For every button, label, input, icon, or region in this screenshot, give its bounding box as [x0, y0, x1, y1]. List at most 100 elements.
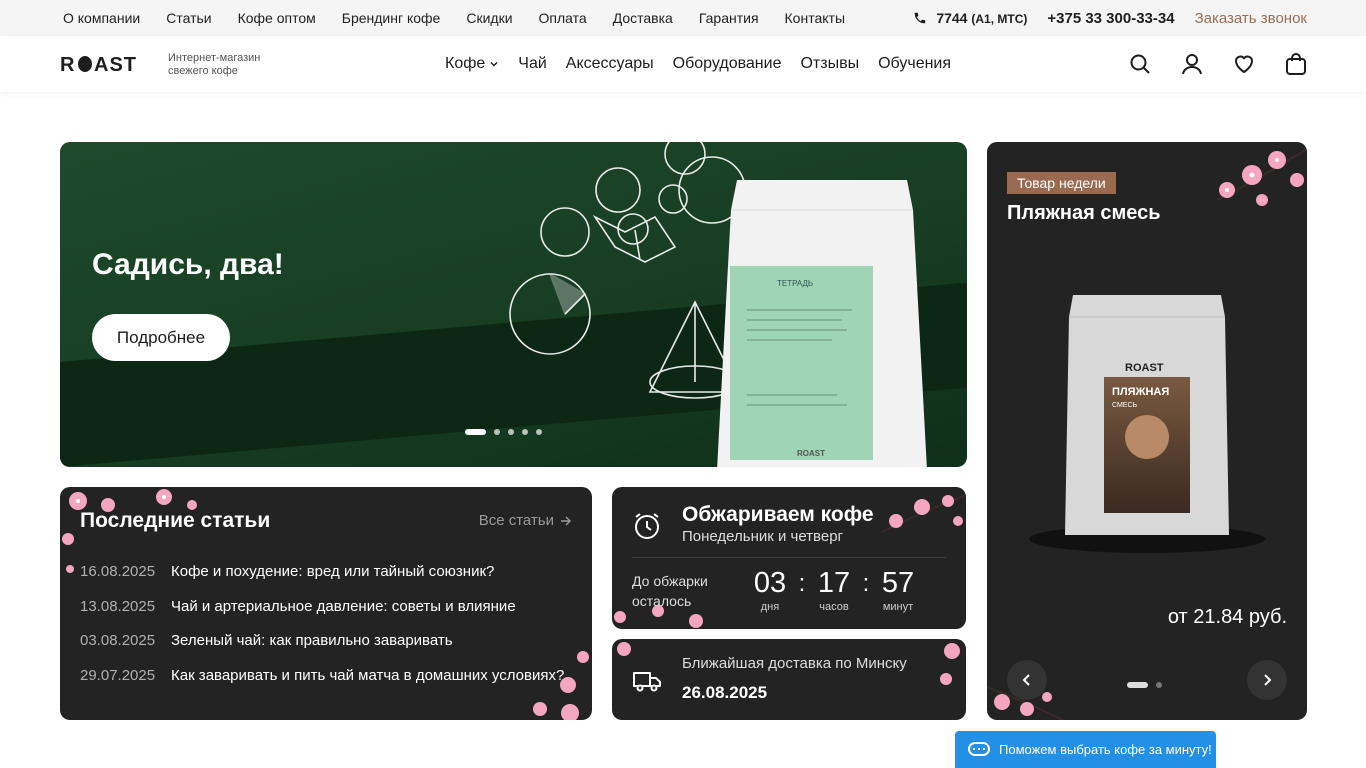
top-link-branding[interactable]: Брендинг кофе: [342, 10, 441, 26]
week-badge: Товар недели: [1007, 172, 1116, 194]
articles-title: Последние статьи: [80, 509, 271, 532]
countdown-days-unit: дня: [760, 601, 780, 613]
nav-coffee-label: Кофе: [445, 55, 486, 72]
tagline: Интернет-магазин свежего кофе: [168, 52, 260, 78]
top-link-warranty[interactable]: Гарантия: [699, 10, 759, 26]
week-next-button[interactable]: [1247, 660, 1287, 700]
blossom-decoration-icon: [1216, 149, 1306, 206]
hero-dot-1[interactable]: [465, 429, 486, 435]
week-product-image[interactable]: ROAST ПЛЯЖНАЯ СМЕСЬ: [1027, 287, 1267, 557]
countdown-separator: :: [798, 570, 806, 597]
top-link-delivery[interactable]: Доставка: [613, 10, 673, 26]
chat-icon: [968, 741, 990, 756]
short-phone-number: 7744: [936, 10, 968, 26]
chevron-right-icon: [1264, 674, 1272, 686]
countdown-minutes: 57 минут: [875, 565, 921, 613]
hero-more-button[interactable]: Подробнее: [92, 314, 230, 361]
week-dot-1[interactable]: [1127, 682, 1148, 688]
cart-icon[interactable]: [1284, 52, 1308, 76]
article-row[interactable]: 03.08.2025 Зеленый чай: как правильно за…: [80, 632, 580, 667]
product-of-week-card[interactable]: Товар недели Пляжная смесь ROAST ПЛЯЖНАЯ…: [987, 142, 1307, 720]
countdown-minutes-value: 57: [881, 567, 915, 599]
main-nav: Кофе Чай Аксессуары Оборудование Отзывы …: [445, 36, 951, 92]
countdown-separator: :: [862, 570, 870, 597]
search-icon[interactable]: [1128, 52, 1152, 76]
phone-icon: [915, 12, 926, 24]
article-row[interactable]: 29.07.2025 Как заваривать и пить чай мат…: [80, 667, 580, 702]
article-date: 16.08.2025: [80, 563, 156, 580]
nav-equipment[interactable]: Оборудование: [673, 55, 782, 73]
nav-reviews[interactable]: Отзывы: [800, 55, 859, 73]
hero-coffee-bag: ТЕТРАДЬ ROAST: [717, 180, 927, 467]
hero-dot-2[interactable]: [494, 429, 500, 435]
countdown-hours-value: 17: [817, 567, 851, 599]
roasting-countdown: 03 дня : 17 часов : 57 минут: [747, 565, 921, 613]
divider: [632, 557, 946, 558]
nav-accessories[interactable]: Аксессуары: [566, 55, 654, 73]
latest-articles-card: Последние статьи Все статьи 16.08.2025 К…: [60, 487, 592, 720]
svg-text:AST: AST: [94, 54, 137, 74]
user-icon[interactable]: [1180, 52, 1204, 76]
chevron-down-icon: [490, 61, 498, 67]
hero-dot-4[interactable]: [522, 429, 528, 435]
article-date: 13.08.2025: [80, 597, 156, 615]
chat-widget-button[interactable]: Поможем выбрать кофе за минуту!: [955, 731, 1216, 768]
article-title[interactable]: Чай и артериальное давление: советы и вл…: [171, 598, 516, 615]
tagline-line-1: Интернет-магазин: [168, 52, 261, 64]
arrow-right-icon: [561, 516, 571, 525]
countdown-days: 03 дня: [747, 565, 793, 613]
articles-list: 16.08.2025 Кофе и похудение: вред или та…: [80, 563, 580, 701]
article-row[interactable]: 16.08.2025 Кофе и похудение: вред или та…: [80, 563, 580, 598]
top-link-payment[interactable]: Оплата: [539, 10, 587, 26]
top-link-contacts[interactable]: Контакты: [785, 10, 845, 26]
callback-link[interactable]: Заказать звонок: [1195, 10, 1307, 27]
nav-tea[interactable]: Чай: [518, 55, 547, 73]
nav-coffee[interactable]: Кофе: [445, 55, 499, 73]
countdown-days-value: 03: [753, 567, 787, 599]
article-title[interactable]: Кофе и похудение: вред или тайный союзни…: [171, 563, 494, 580]
all-articles-link[interactable]: Все статьи: [479, 512, 572, 529]
hero-banner[interactable]: Садись, два! Подробнее ТЕТРАДЬ ROAST: [60, 142, 967, 467]
heart-icon[interactable]: [1232, 52, 1256, 76]
countdown-minutes-unit: минут: [882, 601, 914, 613]
roasting-title: Обжариваем кофе: [682, 503, 874, 526]
article-date: 29.07.2025: [80, 666, 156, 684]
delivery-card: Ближайшая доставка по Минску 26.08.2025: [612, 639, 966, 720]
week-bag-title: ПЛЯЖНАЯ: [1112, 386, 1169, 398]
article-title[interactable]: Зеленый чай: как правильно заваривать: [171, 632, 453, 649]
svg-text:R: R: [60, 54, 75, 74]
top-utility-bar: О компании Статьи Кофе оптом Брендинг ко…: [0, 0, 1366, 36]
article-date: 03.08.2025: [80, 632, 156, 649]
hero-bag-brand: ROAST: [797, 449, 825, 458]
week-dot-2[interactable]: [1156, 682, 1162, 688]
top-link-articles[interactable]: Статьи: [166, 10, 211, 26]
hero-title: Садись, два!: [92, 248, 284, 281]
hero-dot-5[interactable]: [536, 429, 542, 435]
hero-slider-dots: [465, 429, 542, 435]
article-row[interactable]: 13.08.2025 Чай и артериальное давление: …: [80, 598, 580, 633]
blossom-decoration-icon: [940, 643, 960, 685]
delivery-date: 26.08.2025: [682, 683, 768, 702]
article-title[interactable]: Как заваривать и пить чай матча в домашн…: [171, 667, 564, 684]
tagline-line-2: свежего кофе: [168, 65, 238, 77]
short-phone-link[interactable]: 7744 (A1, МТС): [936, 10, 1027, 26]
top-link-discounts[interactable]: Скидки: [466, 10, 512, 26]
week-product-name[interactable]: Пляжная смесь: [1007, 202, 1161, 225]
top-nav: О компании Статьи Кофе оптом Брендинг ко…: [63, 0, 845, 36]
delivery-label: Ближайшая доставка по Минску: [682, 655, 907, 672]
nav-training[interactable]: Обучения: [878, 55, 951, 73]
all-articles-label: Все статьи: [478, 512, 554, 529]
top-link-wholesale[interactable]: Кофе оптом: [238, 10, 316, 26]
week-prev-button[interactable]: [1007, 660, 1047, 700]
week-bag-brand: ROAST: [1125, 362, 1164, 374]
short-phone-note: (A1, МТС): [971, 12, 1028, 26]
hero-dot-3[interactable]: [508, 429, 514, 435]
roast-logo[interactable]: R AST: [60, 54, 152, 74]
chat-widget-label: Поможем выбрать кофе за минуту!: [999, 742, 1212, 757]
blossom-decoration-icon: [882, 494, 966, 533]
top-link-about[interactable]: О компании: [63, 10, 140, 26]
chevron-left-icon: [1022, 674, 1030, 686]
phone-link[interactable]: +375 33 300-33-34: [1047, 10, 1174, 27]
roasting-days: Понедельник и четверг: [682, 528, 844, 545]
top-contacts: 7744 (A1, МТС) +375 33 300-33-34 Заказат…: [913, 0, 1307, 36]
